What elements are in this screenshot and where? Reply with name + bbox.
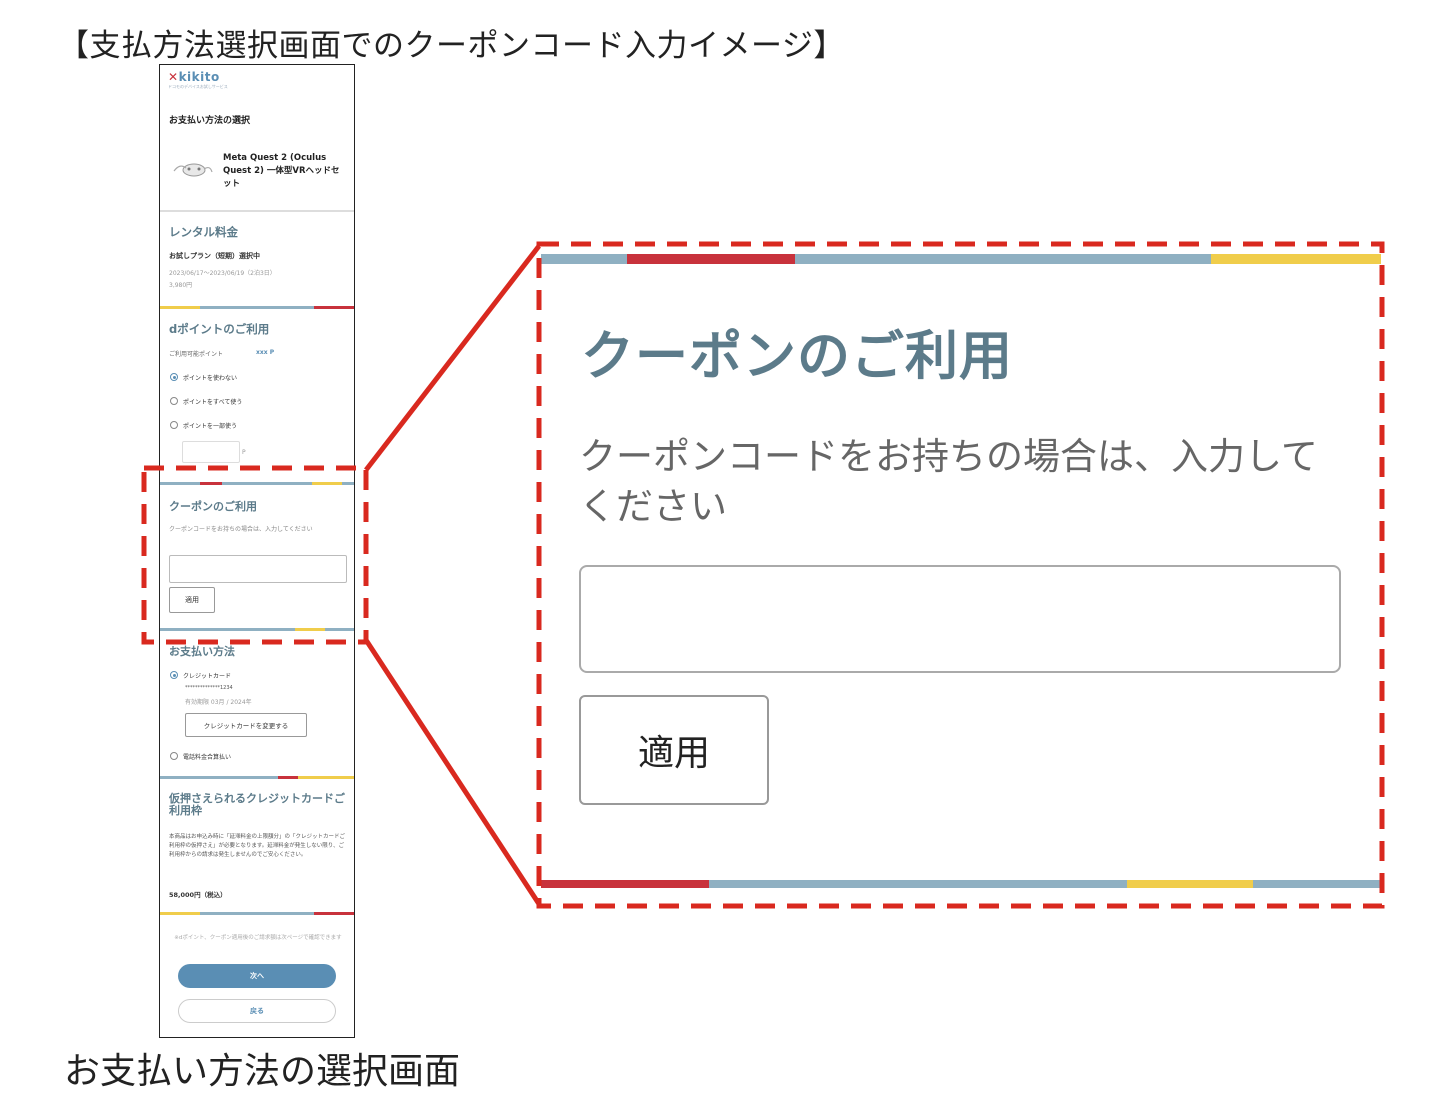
coupon-description: クーポンコードをお持ちの場合は、入力してください [579, 435, 1318, 528]
radio-no-points-label: ポイントを使わない [183, 375, 238, 382]
phone-page-title: お支払い方法の選択 [169, 116, 251, 126]
radio-phone-bill[interactable] [170, 752, 178, 760]
zoom-bottom-stripe [541, 880, 1381, 888]
coupon-zoom-panel: クーポンのご利用 クーポンコードをお持ちの場合は、入力してください 適用 [541, 254, 1381, 888]
points-available-value: xxx P [256, 349, 275, 356]
section-stripe [160, 306, 354, 309]
section-stripe [160, 628, 354, 631]
radio-no-points[interactable] [170, 373, 178, 381]
section-stripe [160, 776, 354, 779]
rental-price: 3,980円 [169, 282, 193, 289]
hold-title: 仮押さえられるクレジットカードご利用枠 [169, 792, 345, 817]
back-button[interactable]: 戻る [178, 999, 336, 1023]
radio-credit-card[interactable] [170, 671, 178, 679]
next-button[interactable]: 次へ [178, 964, 336, 988]
logo-subtitle: ドコモのデバイスお試しサービス [168, 84, 228, 89]
radio-partial-points[interactable] [170, 421, 178, 429]
kikito-logo: ✕kikito [168, 70, 220, 84]
card-number: **************1234 [185, 685, 233, 691]
points-title: dポイントのご利用 [169, 322, 270, 336]
points-unit: P [242, 449, 246, 456]
screen-caption: お支払い方法の選択画面 [64, 1051, 461, 1092]
coupon-title-mini: クーポンのご利用 [169, 500, 257, 513]
logo-mark-icon: ✕ [168, 70, 179, 84]
rental-period: 2023/06/17〜2023/06/19（2泊3日） [169, 270, 276, 277]
radio-partial-points-label: ポイントを一部使う [183, 423, 238, 430]
section-stripe [160, 912, 354, 915]
points-available-label: ご利用可能ポイント [169, 351, 224, 358]
section-stripe [160, 482, 354, 485]
connector-line-bottom [363, 638, 542, 906]
coupon-apply-button-mini[interactable]: 適用 [169, 587, 215, 613]
radio-credit-card-label: クレジットカード [183, 673, 232, 680]
divider [160, 210, 354, 212]
points-amount-input[interactable] [182, 441, 240, 463]
logo-text: kikito [178, 70, 220, 84]
rental-title: レンタル料金 [169, 225, 238, 239]
radio-all-points[interactable] [170, 397, 178, 405]
payment-title: お支払い方法 [169, 645, 235, 658]
coupon-desc-mini: クーポンコードをお持ちの場合は、入力してください [169, 526, 313, 533]
card-expiry: 有効期限 03月 / 2024年 [185, 699, 252, 706]
hold-body: 本商品はお申込み時に「延滞料金の上限額分」の「クレジットカードご利用枠の仮押さえ… [169, 834, 346, 858]
points-note: ※dポイント、クーポン適用後のご請求額は次ページで確認できます [174, 935, 342, 941]
coupon-input-mini[interactable] [169, 555, 347, 583]
change-card-button[interactable]: クレジットカードを変更する [185, 713, 307, 737]
zoom-top-stripe [541, 254, 1381, 264]
hold-amount: 58,000円（税込） [169, 891, 227, 899]
radio-phone-bill-label: 電話料金合算払い [183, 754, 232, 761]
coupon-apply-button[interactable]: 適用 [579, 695, 769, 805]
connector-line-top [364, 244, 541, 472]
vr-headset-icon [173, 163, 213, 177]
product-name: Meta Quest 2 (Oculus Quest 2) 一体型VRヘッドセッ… [223, 153, 340, 189]
phone-screenshot: ✕kikito ドコモのデバイスお試しサービス お支払い方法の選択 Meta Q… [159, 64, 355, 1038]
coupon-title: クーポンのご利用 [581, 326, 1013, 387]
coupon-code-input[interactable] [579, 565, 1341, 673]
page-heading: 【支払方法選択画面でのクーポンコード入力イメージ】 [58, 28, 845, 64]
rental-plan: お試しプラン（短期）選択中 [169, 252, 260, 260]
radio-all-points-label: ポイントをすべて使う [183, 399, 243, 406]
